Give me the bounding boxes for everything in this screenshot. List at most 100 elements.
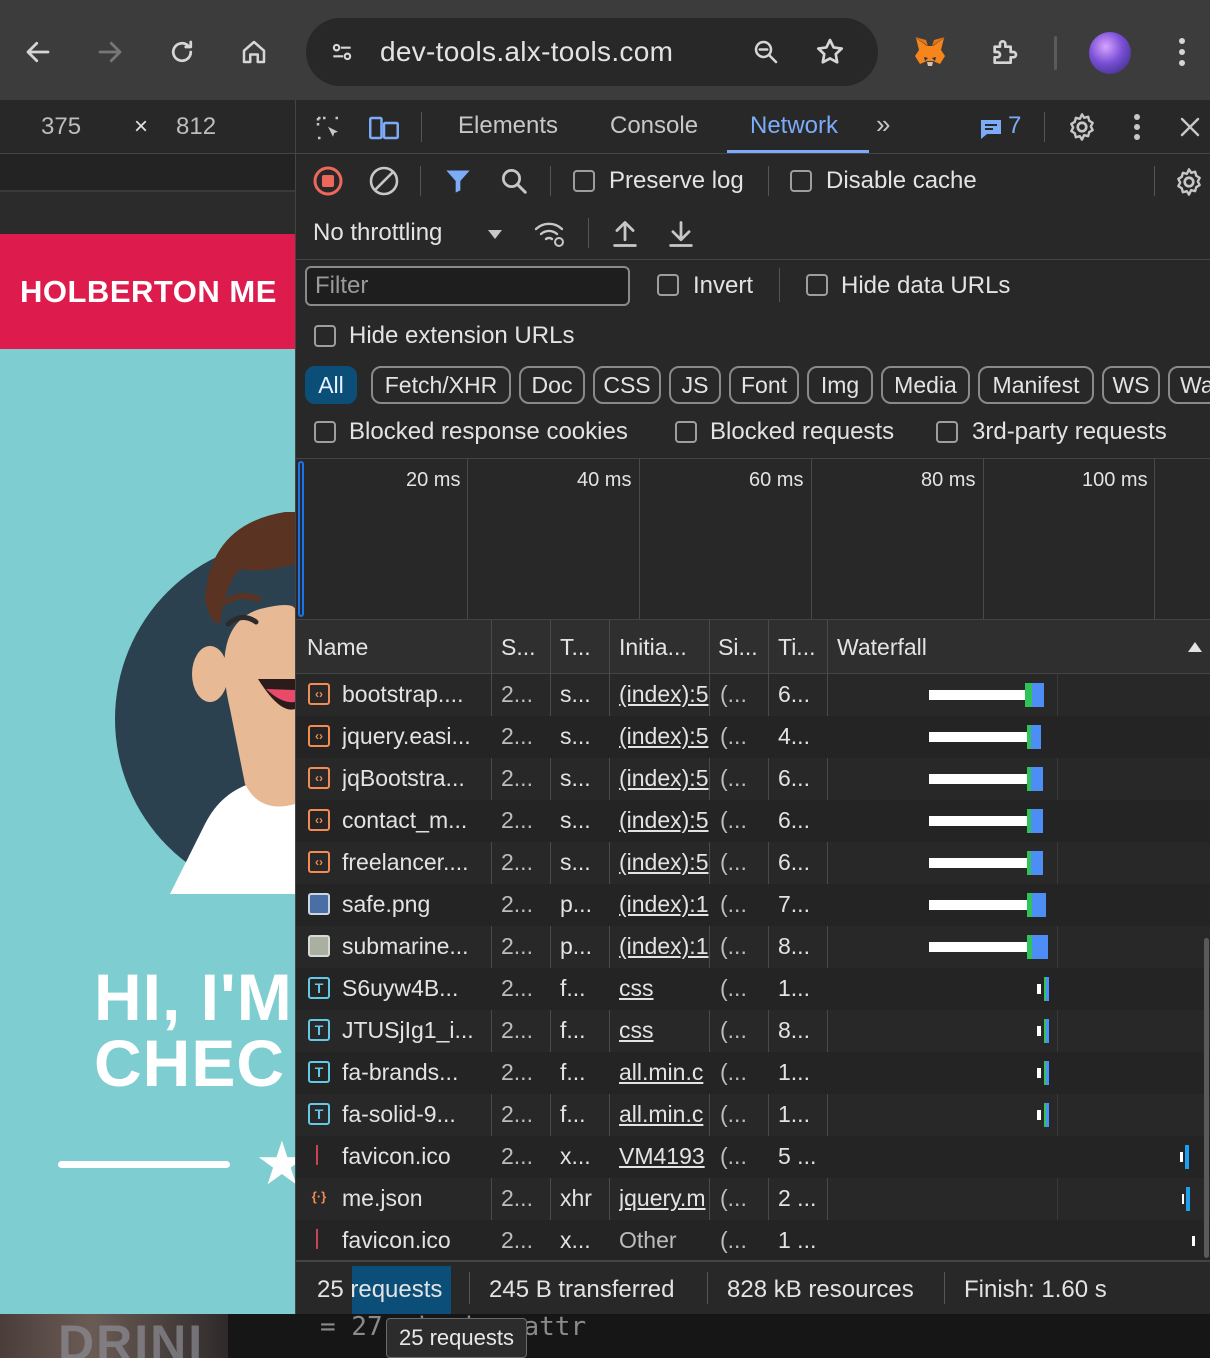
network-settings-gear-icon[interactable] <box>1172 165 1206 199</box>
blocked-requests-checkbox[interactable] <box>675 421 697 443</box>
blocked-response-cookies-label[interactable]: Blocked response cookies <box>349 418 628 446</box>
zoom-icon[interactable] <box>746 32 786 72</box>
chevron-down-icon[interactable] <box>482 221 508 247</box>
request-name[interactable]: safe.png <box>342 891 487 918</box>
table-row[interactable]: ‹› jquery.easi... 2... s... (index):5 (... 4..… <box>296 716 1210 758</box>
filter-funnel-icon[interactable] <box>442 165 474 197</box>
forward-arrow-icon[interactable] <box>80 22 140 82</box>
overview-range-handle[interactable] <box>298 461 304 617</box>
invert-label[interactable]: Invert <box>693 272 753 300</box>
request-initiator[interactable]: Other <box>619 1227 709 1254</box>
request-initiator[interactable]: (index):5 <box>619 681 709 708</box>
close-devtools-icon[interactable] <box>1172 109 1208 145</box>
table-row[interactable]: safe.png 2... p... (index):1 (... 7... <box>296 884 1210 926</box>
home-icon[interactable] <box>224 22 284 82</box>
request-name[interactable]: contact_m... <box>342 807 487 834</box>
hide-data-urls-label[interactable]: Hide data URLs <box>841 272 1010 300</box>
tab-elements[interactable]: Elements <box>458 112 558 140</box>
col-type[interactable]: T... <box>560 634 591 661</box>
table-row[interactable]: ❘ favicon.ico 2... x... Other (... 1 ... <box>296 1220 1210 1260</box>
table-row[interactable]: ‹› freelancer.... 2... s... (index):5 (... 6..… <box>296 842 1210 884</box>
table-row[interactable]: ❘ favicon.ico 2... x... VM4193 (... 5 ... <box>296 1136 1210 1178</box>
request-name[interactable]: fa-brands... <box>342 1059 487 1086</box>
profile-avatar[interactable] <box>1089 32 1131 74</box>
request-name[interactable]: bootstrap.... <box>342 681 487 708</box>
chip-all[interactable]: All <box>305 366 357 404</box>
request-initiator[interactable]: (index):5 <box>619 723 709 750</box>
clear-icon[interactable] <box>368 165 400 197</box>
request-name[interactable]: S6uyw4B... <box>342 975 487 1002</box>
import-har-icon[interactable] <box>608 216 642 252</box>
chip-wasm[interactable]: Wa <box>1168 366 1210 404</box>
col-name[interactable]: Name <box>307 634 368 661</box>
request-name[interactable]: jqBootstra... <box>342 765 487 792</box>
url-text[interactable]: dev-tools.alx-tools.com <box>380 36 673 68</box>
export-har-icon[interactable] <box>664 216 698 252</box>
overview-timeline[interactable]: 20 ms 40 ms 60 ms 80 ms 100 ms <box>296 458 1210 620</box>
disable-cache-checkbox[interactable] <box>790 170 812 192</box>
request-initiator[interactable]: (index):5 <box>619 807 709 834</box>
chip-ws[interactable]: WS <box>1102 366 1160 404</box>
devtools-more-icon[interactable] <box>1122 109 1152 145</box>
request-initiator[interactable]: (index):1 <box>619 933 709 960</box>
tab-console[interactable]: Console <box>610 112 698 140</box>
inspect-element-icon[interactable] <box>310 110 346 146</box>
reload-icon[interactable] <box>152 22 212 82</box>
table-row[interactable]: submarine... 2... p... (index):1 (... 8... <box>296 926 1210 968</box>
request-initiator[interactable]: (index):1 <box>619 891 709 918</box>
chip-media[interactable]: Media <box>881 366 970 404</box>
preserve-log-checkbox[interactable] <box>573 170 595 192</box>
third-party-requests-label[interactable]: 3rd-party requests <box>972 418 1167 446</box>
filter-input[interactable] <box>307 268 628 304</box>
request-initiator[interactable]: all.min.c <box>619 1059 709 1086</box>
disable-cache-label[interactable]: Disable cache <box>826 167 977 195</box>
table-row[interactable]: {·} me.json 2... xhr jquery.m (... 2 ... <box>296 1178 1210 1220</box>
chip-manifest[interactable]: Manifest <box>978 366 1094 404</box>
device-toggle-icon[interactable] <box>366 110 402 146</box>
hide-extension-urls-label[interactable]: Hide extension URLs <box>349 322 574 350</box>
request-name[interactable]: favicon.ico <box>342 1143 487 1170</box>
col-size[interactable]: Si... <box>718 634 758 661</box>
invert-checkbox[interactable] <box>657 274 679 296</box>
throttling-select[interactable]: No throttling <box>313 219 442 247</box>
more-vert-icon[interactable] <box>1162 32 1202 72</box>
request-initiator[interactable]: all.min.c <box>619 1101 709 1128</box>
table-row[interactable]: T S6uyw4B... 2... f... css (... 1... <box>296 968 1210 1010</box>
chip-fetch-xhr[interactable]: Fetch/XHR <box>371 366 511 404</box>
table-row[interactable]: Tfa-solid-9... 2... f... all.min.c (... 1... <box>296 1094 1210 1136</box>
col-waterfall[interactable]: Waterfall <box>837 634 927 661</box>
third-party-requests-checkbox[interactable] <box>936 421 958 443</box>
hide-extension-urls-checkbox[interactable] <box>314 325 336 347</box>
request-name[interactable]: submarine... <box>342 933 487 960</box>
record-stop-icon[interactable] <box>312 165 344 197</box>
chip-img[interactable]: Img <box>807 366 873 404</box>
request-initiator[interactable]: jquery.m <box>619 1185 709 1212</box>
col-initiator[interactable]: Initia... <box>619 634 687 661</box>
request-name[interactable]: me.json <box>342 1185 487 1212</box>
sort-ascending-icon[interactable] <box>1186 638 1204 656</box>
blocked-requests-label[interactable]: Blocked requests <box>710 418 894 446</box>
col-status[interactable]: S... <box>501 634 536 661</box>
metamask-fox-icon[interactable] <box>908 30 952 74</box>
chip-css[interactable]: CSS <box>593 366 661 404</box>
site-settings-icon[interactable] <box>322 32 362 72</box>
back-arrow-icon[interactable] <box>8 22 68 82</box>
address-bar[interactable]: dev-tools.alx-tools.com <box>306 18 878 86</box>
request-name[interactable]: freelancer.... <box>342 849 487 876</box>
request-initiator[interactable]: VM4193 <box>619 1143 709 1170</box>
messages-icon[interactable] <box>976 114 1006 144</box>
table-row[interactable]: ‹› contact_m... 2... s... (index):5 (... 6... <box>296 800 1210 842</box>
request-name[interactable]: fa-solid-9... <box>342 1101 487 1128</box>
messages-count[interactable]: 7 <box>1008 112 1021 140</box>
table-row[interactable]: ‹› jqBootstra... 2... s... (index):5 (... 6... <box>296 758 1210 800</box>
request-initiator[interactable]: css <box>619 1017 709 1044</box>
search-icon[interactable] <box>498 165 530 197</box>
table-scrollbar[interactable] <box>1204 938 1209 1258</box>
blocked-response-cookies-checkbox[interactable] <box>314 421 336 443</box>
request-name[interactable]: jquery.easi... <box>342 723 487 750</box>
request-initiator[interactable]: css <box>619 975 709 1002</box>
chip-js[interactable]: JS <box>669 366 721 404</box>
settings-gear-icon[interactable] <box>1064 109 1100 145</box>
site-logo[interactable]: HOLBERTON ME <box>20 274 277 310</box>
request-name[interactable]: JTUSjIg1_i... <box>342 1017 487 1044</box>
